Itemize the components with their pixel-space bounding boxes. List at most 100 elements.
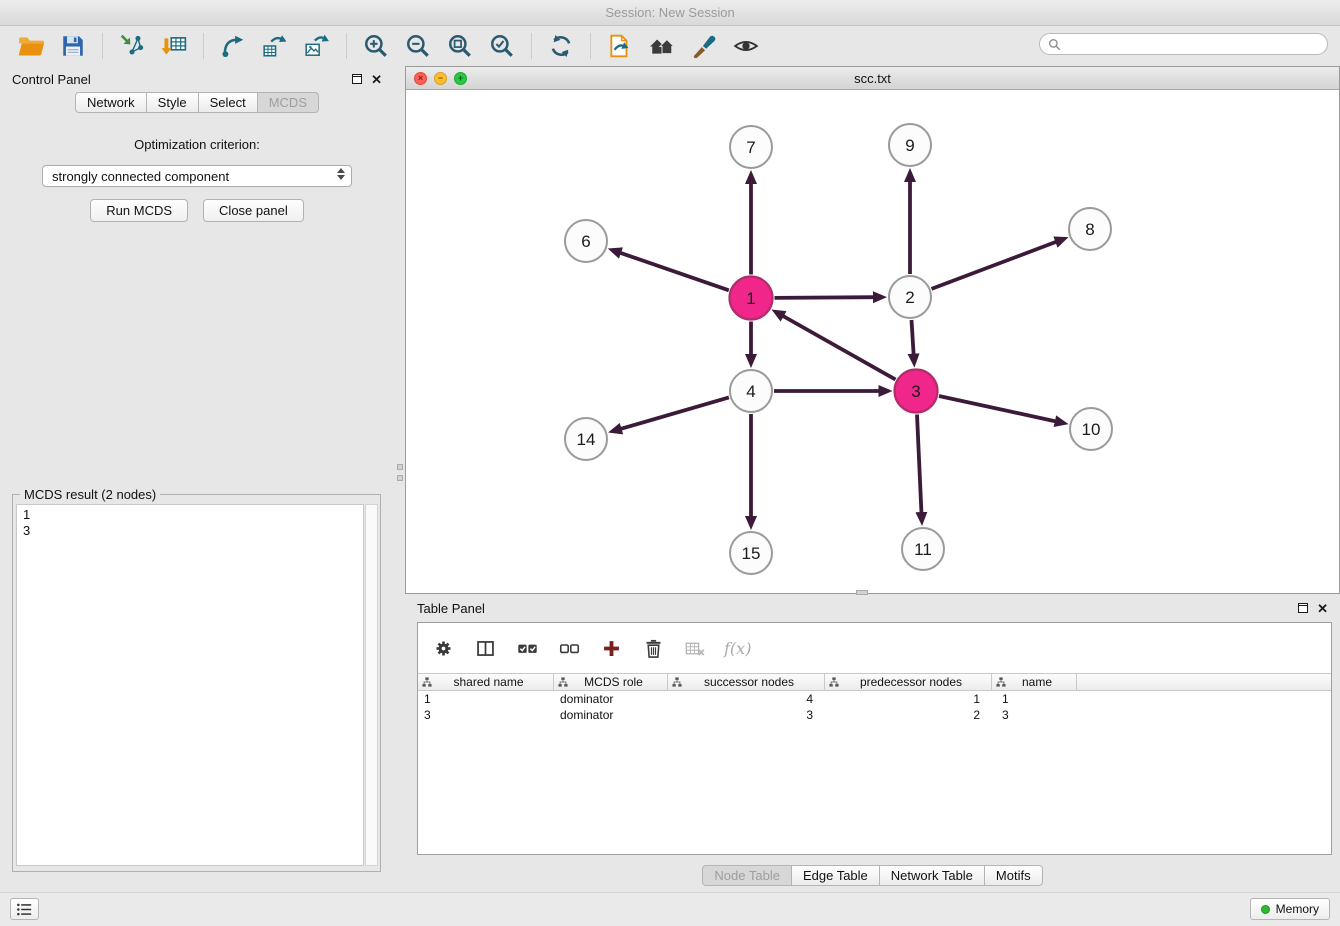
node-4[interactable]: 4	[730, 370, 772, 412]
edge-2-3[interactable]	[912, 320, 914, 356]
mcds-result-list[interactable]: 13	[16, 504, 364, 866]
edge-3-1[interactable]	[782, 315, 896, 379]
mcds-result-group: MCDS result (2 nodes) 13	[12, 494, 381, 872]
result-list-scrollbar[interactable]	[365, 504, 378, 866]
table-cell[interactable]: 1	[992, 692, 1077, 706]
edge-1-6[interactable]	[619, 252, 729, 290]
edge-1-2[interactable]	[775, 297, 876, 298]
vertical-splitter-handle[interactable]	[397, 475, 403, 481]
tab-mcds[interactable]: MCDS	[258, 92, 319, 113]
result-item[interactable]: 3	[23, 523, 363, 539]
tab-style[interactable]: Style	[147, 92, 199, 113]
close-table-panel-icon[interactable]: ✕	[1317, 602, 1328, 615]
apply-style-button[interactable]	[683, 30, 725, 62]
edge-2-8[interactable]	[932, 241, 1058, 289]
first-neighbors-button[interactable]	[641, 30, 683, 62]
export-image-button[interactable]	[296, 30, 338, 62]
open-session-button[interactable]	[10, 30, 52, 62]
edge-3-10[interactable]	[939, 396, 1057, 422]
column-header-shared-name[interactable]: shared name	[418, 674, 554, 690]
float-table-panel-icon[interactable]	[1298, 603, 1308, 613]
network-window-titlebar[interactable]: scc.txt ×−+	[406, 67, 1339, 90]
table-cell[interactable]: 4	[668, 692, 825, 706]
table-cell[interactable]: 3	[418, 708, 554, 722]
node-3[interactable]: 3	[895, 370, 938, 413]
show-hide-button[interactable]	[725, 30, 767, 62]
minimize-window-button[interactable]: −	[434, 72, 447, 85]
search-box[interactable]	[1039, 33, 1328, 55]
table-cell[interactable]: dominator	[554, 692, 668, 706]
result-item[interactable]: 1	[23, 507, 363, 523]
run-mcds-button[interactable]: Run MCDS	[90, 199, 188, 222]
tab-motifs[interactable]: Motifs	[985, 865, 1043, 886]
select-all-rows-button[interactable]	[514, 635, 540, 661]
zoom-fit-button[interactable]	[439, 30, 481, 62]
status-bar: Memory	[0, 892, 1340, 926]
node-6[interactable]: 6	[565, 220, 607, 262]
column-header-label: shared name	[432, 675, 553, 689]
edge-3-11[interactable]	[917, 415, 922, 515]
refresh-layout-icon	[548, 33, 574, 59]
memory-button[interactable]: Memory	[1250, 898, 1330, 920]
add-column-button[interactable]	[598, 635, 624, 661]
horizontal-splitter-handle[interactable]	[856, 590, 868, 595]
table-cell[interactable]: 3	[992, 708, 1077, 722]
node-7[interactable]: 7	[730, 126, 772, 168]
table-cell[interactable]: 1	[418, 692, 554, 706]
table-cell[interactable]: dominator	[554, 708, 668, 722]
zoom-in-button[interactable]	[355, 30, 397, 62]
export-network-button[interactable]	[212, 30, 254, 62]
tab-edge-table[interactable]: Edge Table	[792, 865, 880, 886]
node-9[interactable]: 9	[889, 124, 931, 166]
table-row[interactable]: 3dominator323	[418, 707, 1331, 723]
zoom-selected-button[interactable]	[481, 30, 523, 62]
node-14[interactable]: 14	[565, 418, 607, 460]
table-row[interactable]: 1dominator411	[418, 691, 1331, 707]
panel-selector-button[interactable]	[10, 898, 39, 920]
import-table-from-file-button[interactable]	[153, 30, 195, 62]
table-cell[interactable]: 1	[825, 692, 992, 706]
tab-network-table[interactable]: Network Table	[880, 865, 985, 886]
show-columns-button[interactable]	[472, 635, 498, 661]
save-session-button[interactable]	[52, 30, 94, 62]
refresh-layout-button[interactable]	[540, 30, 582, 62]
node-15[interactable]: 15	[730, 532, 772, 574]
vertical-splitter-handle[interactable]	[397, 464, 403, 470]
close-panel-icon[interactable]: ✕	[371, 73, 382, 86]
node-8[interactable]: 8	[1069, 208, 1111, 250]
column-header-label: successor nodes	[682, 675, 824, 689]
column-header-MCDS-role[interactable]: MCDS role	[554, 674, 668, 690]
search-input[interactable]	[1066, 36, 1319, 52]
column-header-successor-nodes[interactable]: successor nodes	[668, 674, 825, 690]
save-session-icon	[60, 33, 86, 59]
deselect-all-rows-button[interactable]	[556, 635, 582, 661]
node-10[interactable]: 10	[1070, 408, 1112, 450]
table-settings-button[interactable]	[430, 635, 456, 661]
tab-select[interactable]: Select	[199, 92, 258, 113]
node-11[interactable]: 11	[902, 528, 944, 570]
float-panel-icon[interactable]	[352, 74, 362, 84]
copy-document-button[interactable]	[599, 30, 641, 62]
table-cell[interactable]: 2	[825, 708, 992, 722]
show-columns-icon	[475, 638, 496, 659]
column-header-predecessor-nodes[interactable]: predecessor nodes	[825, 674, 992, 690]
column-header-name[interactable]: name	[992, 674, 1077, 690]
delete-column-button[interactable]	[640, 635, 666, 661]
network-canvas[interactable]: 7 9 6 8 1 2 4 3 14 10 15 11	[406, 90, 1339, 593]
close-panel-button[interactable]: Close panel	[203, 199, 304, 222]
node-2[interactable]: 2	[889, 276, 931, 318]
table-cell[interactable]: 3	[668, 708, 825, 722]
criterion-dropdown[interactable]: strongly connected component	[42, 165, 352, 187]
import-network-from-file-button[interactable]	[111, 30, 153, 62]
tab-node-table[interactable]: Node Table	[702, 865, 792, 886]
zoom-window-button[interactable]: +	[454, 72, 467, 85]
zoom-out-button[interactable]	[397, 30, 439, 62]
edge-4-14[interactable]	[620, 397, 729, 429]
tab-network[interactable]: Network	[75, 92, 147, 113]
network-graph[interactable]: 7 9 6 8 1 2 4 3 14 10 15 11	[406, 90, 1339, 593]
close-window-button[interactable]: ×	[414, 72, 427, 85]
export-image-icon	[304, 33, 330, 59]
export-table-button[interactable]	[254, 30, 296, 62]
node-1[interactable]: 1	[730, 277, 773, 320]
svg-text:3: 3	[911, 382, 920, 401]
